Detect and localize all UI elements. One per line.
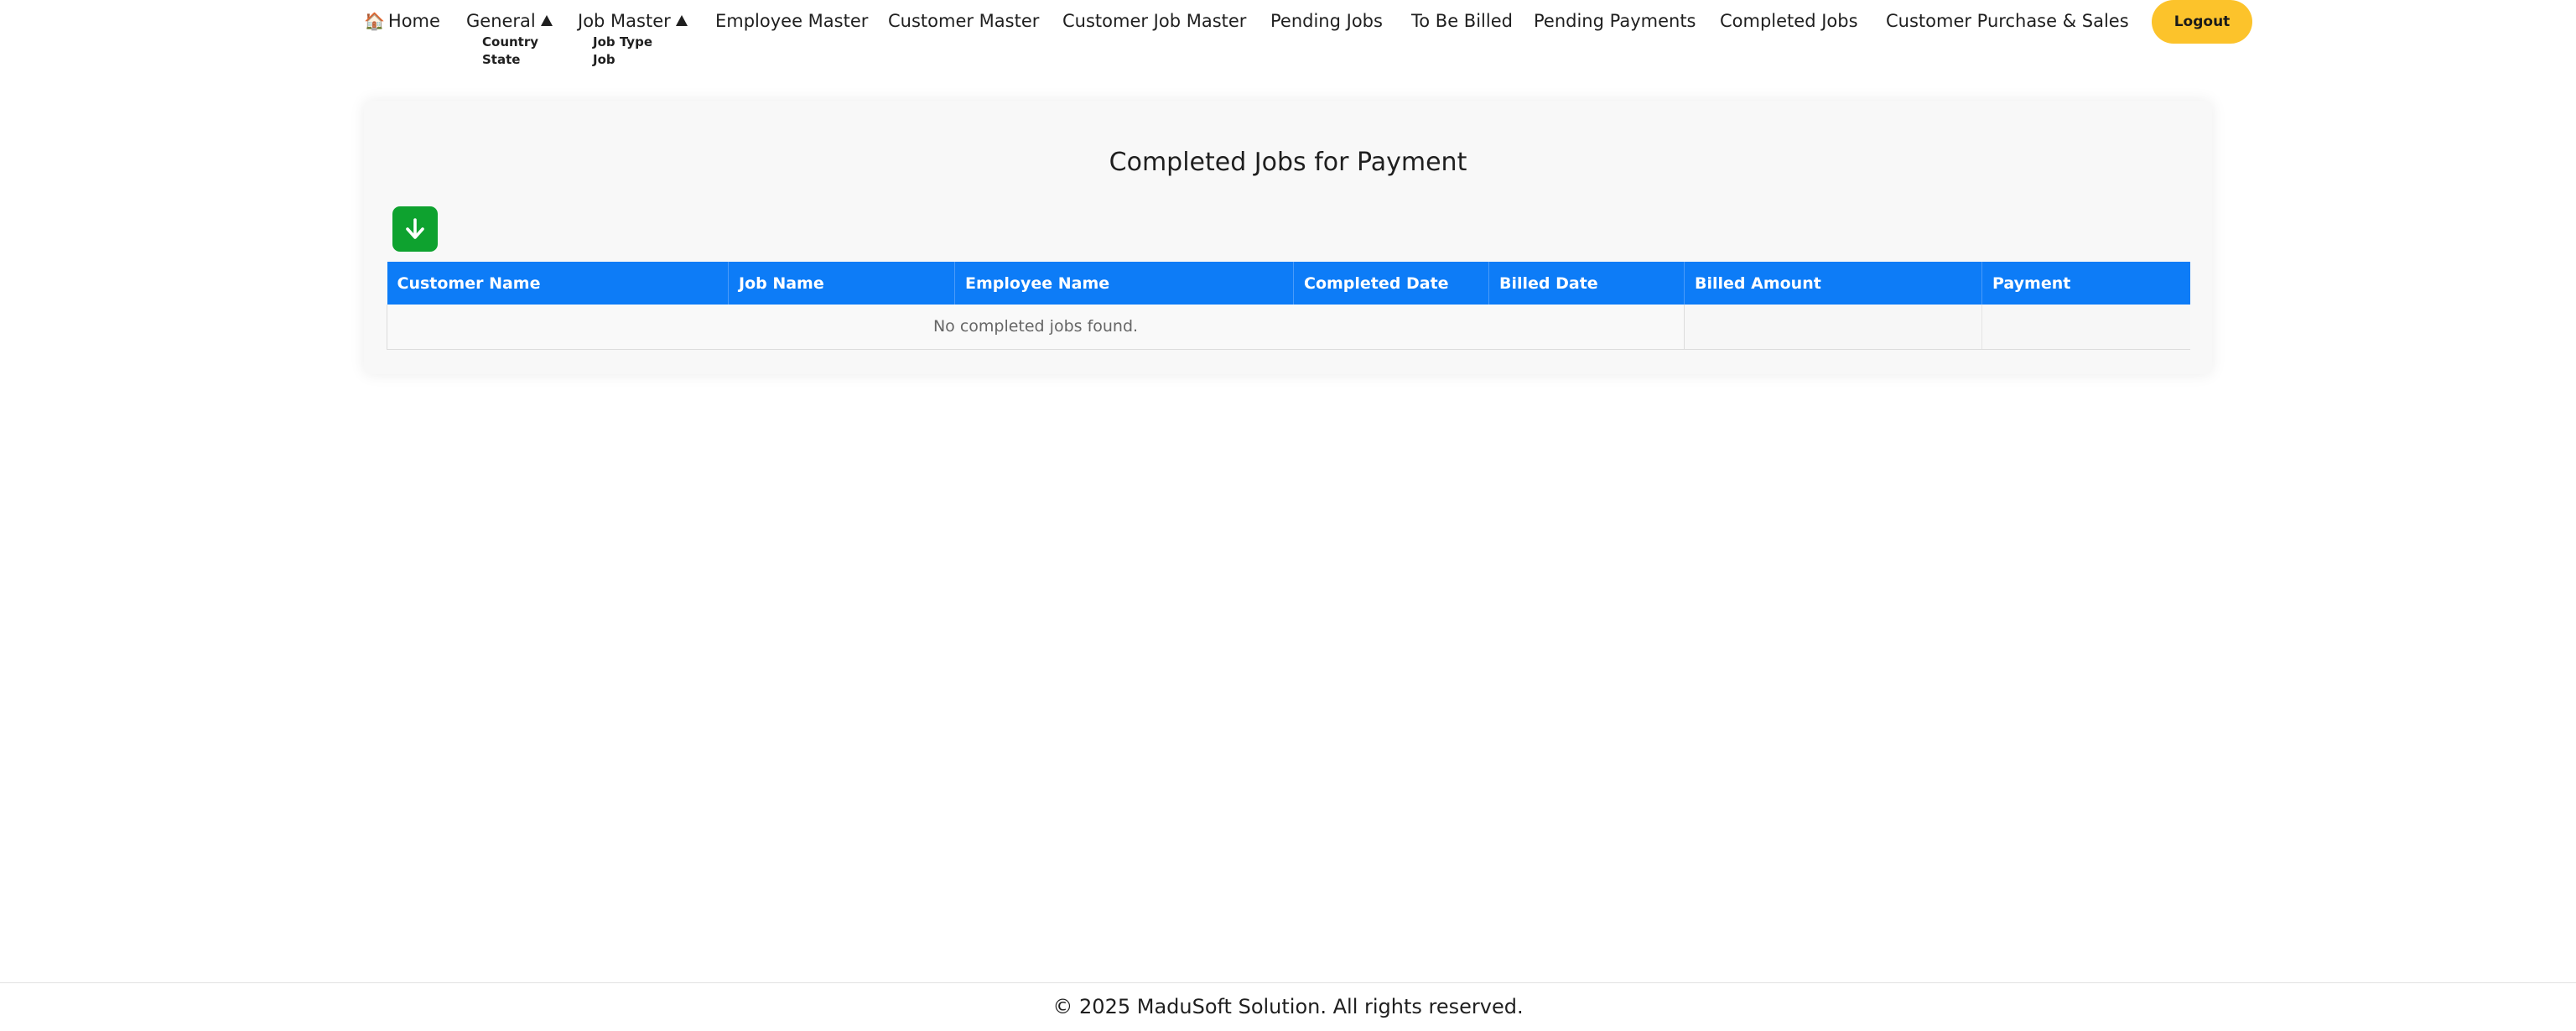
column-header-completed-date[interactable]: Completed Date <box>1293 262 1489 305</box>
column-header-customer-name[interactable]: Customer Name <box>387 262 729 305</box>
arrow-down-icon <box>406 218 424 239</box>
nav-customer-purchase-sales[interactable]: Customer Purchase & Sales <box>1886 10 2129 32</box>
caret-up-icon <box>675 15 688 26</box>
page-title: Completed Jobs for Payment <box>1109 148 1467 177</box>
table-header-row: Customer Name Job Name Employee Name Com… <box>387 262 2190 305</box>
nav-to-be-billed[interactable]: To Be Billed <box>1411 10 1513 32</box>
job-master-submenu: Job Type Job <box>593 34 652 69</box>
nav-general-label: General <box>466 11 536 31</box>
column-header-job-name[interactable]: Job Name <box>728 262 955 305</box>
nav-pending-payments[interactable]: Pending Payments <box>1534 10 1696 32</box>
completed-jobs-card: Completed Jobs for Payment Customer Name… <box>364 101 2212 374</box>
nav-general-dropdown[interactable]: General <box>466 10 553 32</box>
nav-customer-job-master[interactable]: Customer Job Master <box>1062 10 1246 32</box>
submenu-item-job-type[interactable]: Job Type <box>593 34 652 51</box>
column-header-employee-name[interactable]: Employee Name <box>954 262 1294 305</box>
table-cell <box>1981 305 2190 350</box>
nav-home-label: Home <box>387 11 440 31</box>
logout-button[interactable]: Logout <box>2152 0 2252 44</box>
top-navbar: 🏠 Home General Country State Job Master J… <box>0 0 2576 84</box>
column-header-payment[interactable]: Payment <box>1981 262 2190 305</box>
nav-job-master-dropdown[interactable]: Job Master <box>578 10 688 32</box>
nav-pending-jobs[interactable]: Pending Jobs <box>1270 10 1383 32</box>
nav-job-master-label: Job Master <box>578 11 671 31</box>
column-header-billed-amount[interactable]: Billed Amount <box>1684 262 1982 305</box>
submenu-item-job[interactable]: Job <box>593 51 652 69</box>
footer: © 2025 MaduSoft Solution. All rights res… <box>0 982 2576 1031</box>
completed-jobs-table: Customer Name Job Name Employee Name Com… <box>387 262 2190 350</box>
nav-completed-jobs[interactable]: Completed Jobs <box>1720 10 1858 32</box>
copyright-text: © 2025 MaduSoft Solution. All rights res… <box>1052 995 1524 1018</box>
table-row: No completed jobs found. <box>387 305 2190 350</box>
house-icon: 🏠 <box>364 11 385 31</box>
column-header-billed-date[interactable]: Billed Date <box>1488 262 1685 305</box>
nav-customer-master[interactable]: Customer Master <box>888 10 1039 32</box>
general-submenu: Country State <box>482 34 538 69</box>
submenu-item-country[interactable]: Country <box>482 34 538 51</box>
empty-table-message: No completed jobs found. <box>387 305 1685 350</box>
caret-up-icon <box>540 15 553 26</box>
table-cell <box>1684 305 1982 350</box>
nav-employee-master[interactable]: Employee Master <box>715 10 868 32</box>
nav-home[interactable]: 🏠 Home <box>364 10 440 32</box>
download-button[interactable] <box>392 206 438 252</box>
submenu-item-state[interactable]: State <box>482 51 538 69</box>
